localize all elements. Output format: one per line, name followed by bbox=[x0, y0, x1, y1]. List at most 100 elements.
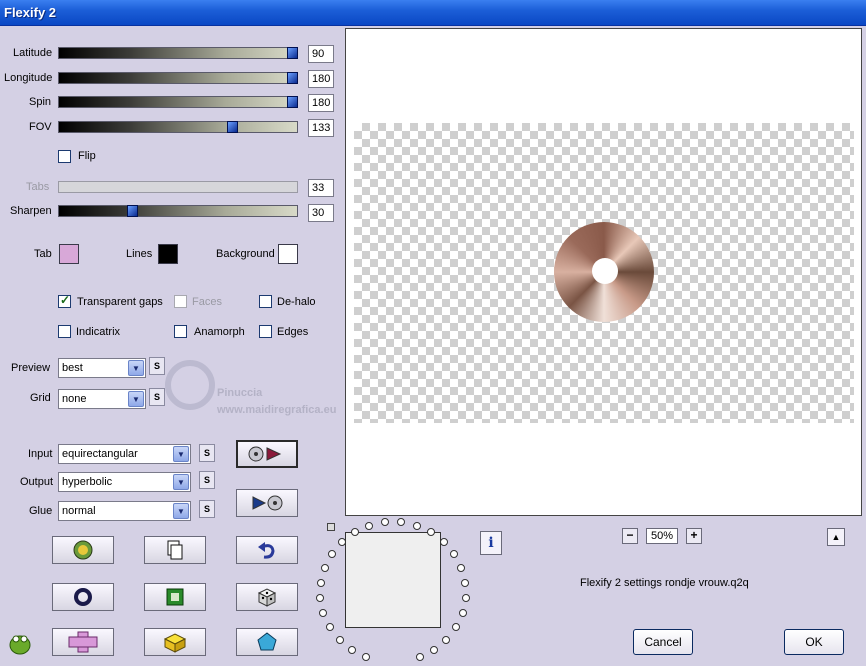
glue-s-button[interactable]: S bbox=[199, 500, 215, 518]
tab-color-swatch[interactable] bbox=[59, 244, 79, 264]
zoom-out-button[interactable]: − bbox=[622, 528, 638, 544]
watermark-url: www.maidiregrafica.eu bbox=[217, 404, 337, 416]
output-select[interactable]: hyperbolic ▼ bbox=[58, 472, 191, 492]
chevron-down-icon[interactable]: ▼ bbox=[173, 503, 189, 519]
input-s-button[interactable]: S bbox=[199, 444, 215, 462]
tabs-value[interactable]: 33 bbox=[308, 179, 334, 197]
settings-filename: Flexify 2 settings rondje vrouw.q2q bbox=[580, 577, 749, 589]
tabs-slider bbox=[58, 181, 298, 193]
navigator-dot bbox=[461, 578, 470, 587]
navigator-dot bbox=[327, 549, 336, 558]
sharpen-slider[interactable] bbox=[58, 205, 298, 217]
transparent-gaps-checkbox[interactable]: ✓ bbox=[58, 293, 71, 308]
sharpen-value[interactable]: 30 bbox=[308, 204, 334, 222]
anamorph-checkbox[interactable] bbox=[174, 325, 187, 338]
info-button[interactable]: i bbox=[480, 531, 502, 555]
lines-color-swatch[interactable] bbox=[158, 244, 178, 264]
ok-button[interactable]: OK bbox=[784, 629, 844, 655]
chevron-down-icon[interactable]: ▼ bbox=[173, 446, 189, 462]
glue-select[interactable]: normal ▼ bbox=[58, 501, 191, 521]
glue-label: Glue bbox=[29, 505, 53, 517]
fov-thumb[interactable] bbox=[227, 121, 238, 133]
disc-to-arrow-icon bbox=[248, 446, 282, 462]
faces-label: Faces bbox=[192, 296, 222, 308]
pentagon-button[interactable] bbox=[236, 628, 298, 656]
square-button[interactable] bbox=[144, 583, 206, 611]
latitude-slider[interactable] bbox=[58, 47, 298, 59]
output-label: Output bbox=[20, 476, 54, 488]
cross-button[interactable] bbox=[52, 628, 114, 656]
anamorph-label: Anamorph bbox=[194, 326, 245, 338]
ring-button[interactable] bbox=[52, 583, 114, 611]
navigator-box[interactable] bbox=[345, 532, 441, 628]
fov-label: FOV bbox=[29, 121, 52, 133]
zoom-in-button[interactable]: + bbox=[686, 528, 702, 544]
spin-value[interactable]: 180 bbox=[308, 94, 334, 112]
undo-icon bbox=[258, 542, 275, 559]
output-s-button[interactable]: S bbox=[199, 471, 215, 489]
pentagon-icon bbox=[257, 632, 277, 651]
navigator-dot bbox=[430, 645, 439, 654]
de-halo-label: De-halo bbox=[277, 296, 316, 308]
longitude-slider[interactable] bbox=[58, 72, 298, 84]
grid-s-button[interactable]: S bbox=[149, 388, 165, 406]
input-select-value: equirectangular bbox=[62, 448, 138, 460]
navigator-dot bbox=[319, 609, 328, 618]
navigator-dot bbox=[450, 549, 459, 558]
sharpen-thumb[interactable] bbox=[127, 205, 138, 217]
cube-icon bbox=[163, 633, 187, 653]
undo-button[interactable] bbox=[236, 536, 298, 564]
dice-button[interactable] bbox=[236, 583, 298, 611]
navigator-dot bbox=[326, 623, 335, 632]
zoom-level: 50% bbox=[646, 528, 678, 544]
chevron-up-icon[interactable]: ▲ bbox=[827, 528, 845, 546]
input-to-output-button[interactable] bbox=[236, 440, 298, 468]
copy-button[interactable] bbox=[144, 536, 206, 564]
spin-thumb[interactable] bbox=[287, 96, 298, 108]
square-icon bbox=[166, 588, 184, 606]
grid-select-value: none bbox=[62, 393, 87, 405]
navigator-dot bbox=[458, 609, 467, 618]
latitude-label: Latitude bbox=[13, 47, 53, 59]
input-select[interactable]: equirectangular ▼ bbox=[58, 444, 191, 464]
longitude-value[interactable]: 180 bbox=[308, 70, 334, 88]
longitude-thumb[interactable] bbox=[287, 72, 298, 84]
navigator-dot bbox=[442, 635, 451, 644]
cancel-button[interactable]: Cancel bbox=[633, 629, 693, 655]
spin-slider[interactable] bbox=[58, 96, 298, 108]
chevron-down-icon[interactable]: ▼ bbox=[173, 474, 189, 490]
output-to-input-button[interactable] bbox=[236, 489, 298, 517]
navigator-handle[interactable] bbox=[327, 523, 335, 531]
chevron-down-icon[interactable]: ▼ bbox=[128, 391, 144, 407]
disc-hole bbox=[592, 258, 618, 284]
transparent-gaps-label: Transparent gaps bbox=[77, 296, 163, 308]
arrow-to-disc-icon bbox=[252, 495, 283, 511]
ring-icon bbox=[74, 588, 92, 606]
preview-s-button[interactable]: S bbox=[149, 357, 165, 375]
latitude-value[interactable]: 90 bbox=[308, 45, 334, 63]
window-title: Flexify 2 bbox=[4, 5, 57, 20]
navigator-dot bbox=[380, 518, 389, 527]
indicatrix-checkbox[interactable] bbox=[58, 325, 71, 338]
preview-canvas[interactable] bbox=[345, 28, 862, 516]
randomize-button[interactable] bbox=[52, 536, 114, 564]
background-color-label: Background bbox=[216, 248, 275, 260]
copy-icon bbox=[167, 540, 183, 560]
background-color-swatch[interactable] bbox=[278, 244, 298, 264]
lines-color-label: Lines bbox=[126, 248, 153, 260]
frog-logo-icon bbox=[9, 635, 31, 655]
check-icon: ✓ bbox=[60, 293, 71, 307]
chevron-down-icon[interactable]: ▼ bbox=[128, 360, 144, 376]
latitude-thumb[interactable] bbox=[287, 47, 298, 59]
preview-label: Preview bbox=[11, 362, 51, 374]
spin-label: Spin bbox=[29, 96, 52, 108]
fov-slider[interactable] bbox=[58, 121, 298, 133]
navigator-dot bbox=[461, 594, 470, 603]
edges-checkbox[interactable] bbox=[259, 325, 272, 338]
preview-select[interactable]: best ▼ bbox=[58, 358, 146, 378]
grid-select[interactable]: none ▼ bbox=[58, 389, 146, 409]
flip-checkbox[interactable] bbox=[58, 150, 71, 163]
fov-value[interactable]: 133 bbox=[308, 119, 334, 137]
cube-button[interactable] bbox=[144, 628, 206, 656]
de-halo-checkbox[interactable] bbox=[259, 295, 272, 308]
